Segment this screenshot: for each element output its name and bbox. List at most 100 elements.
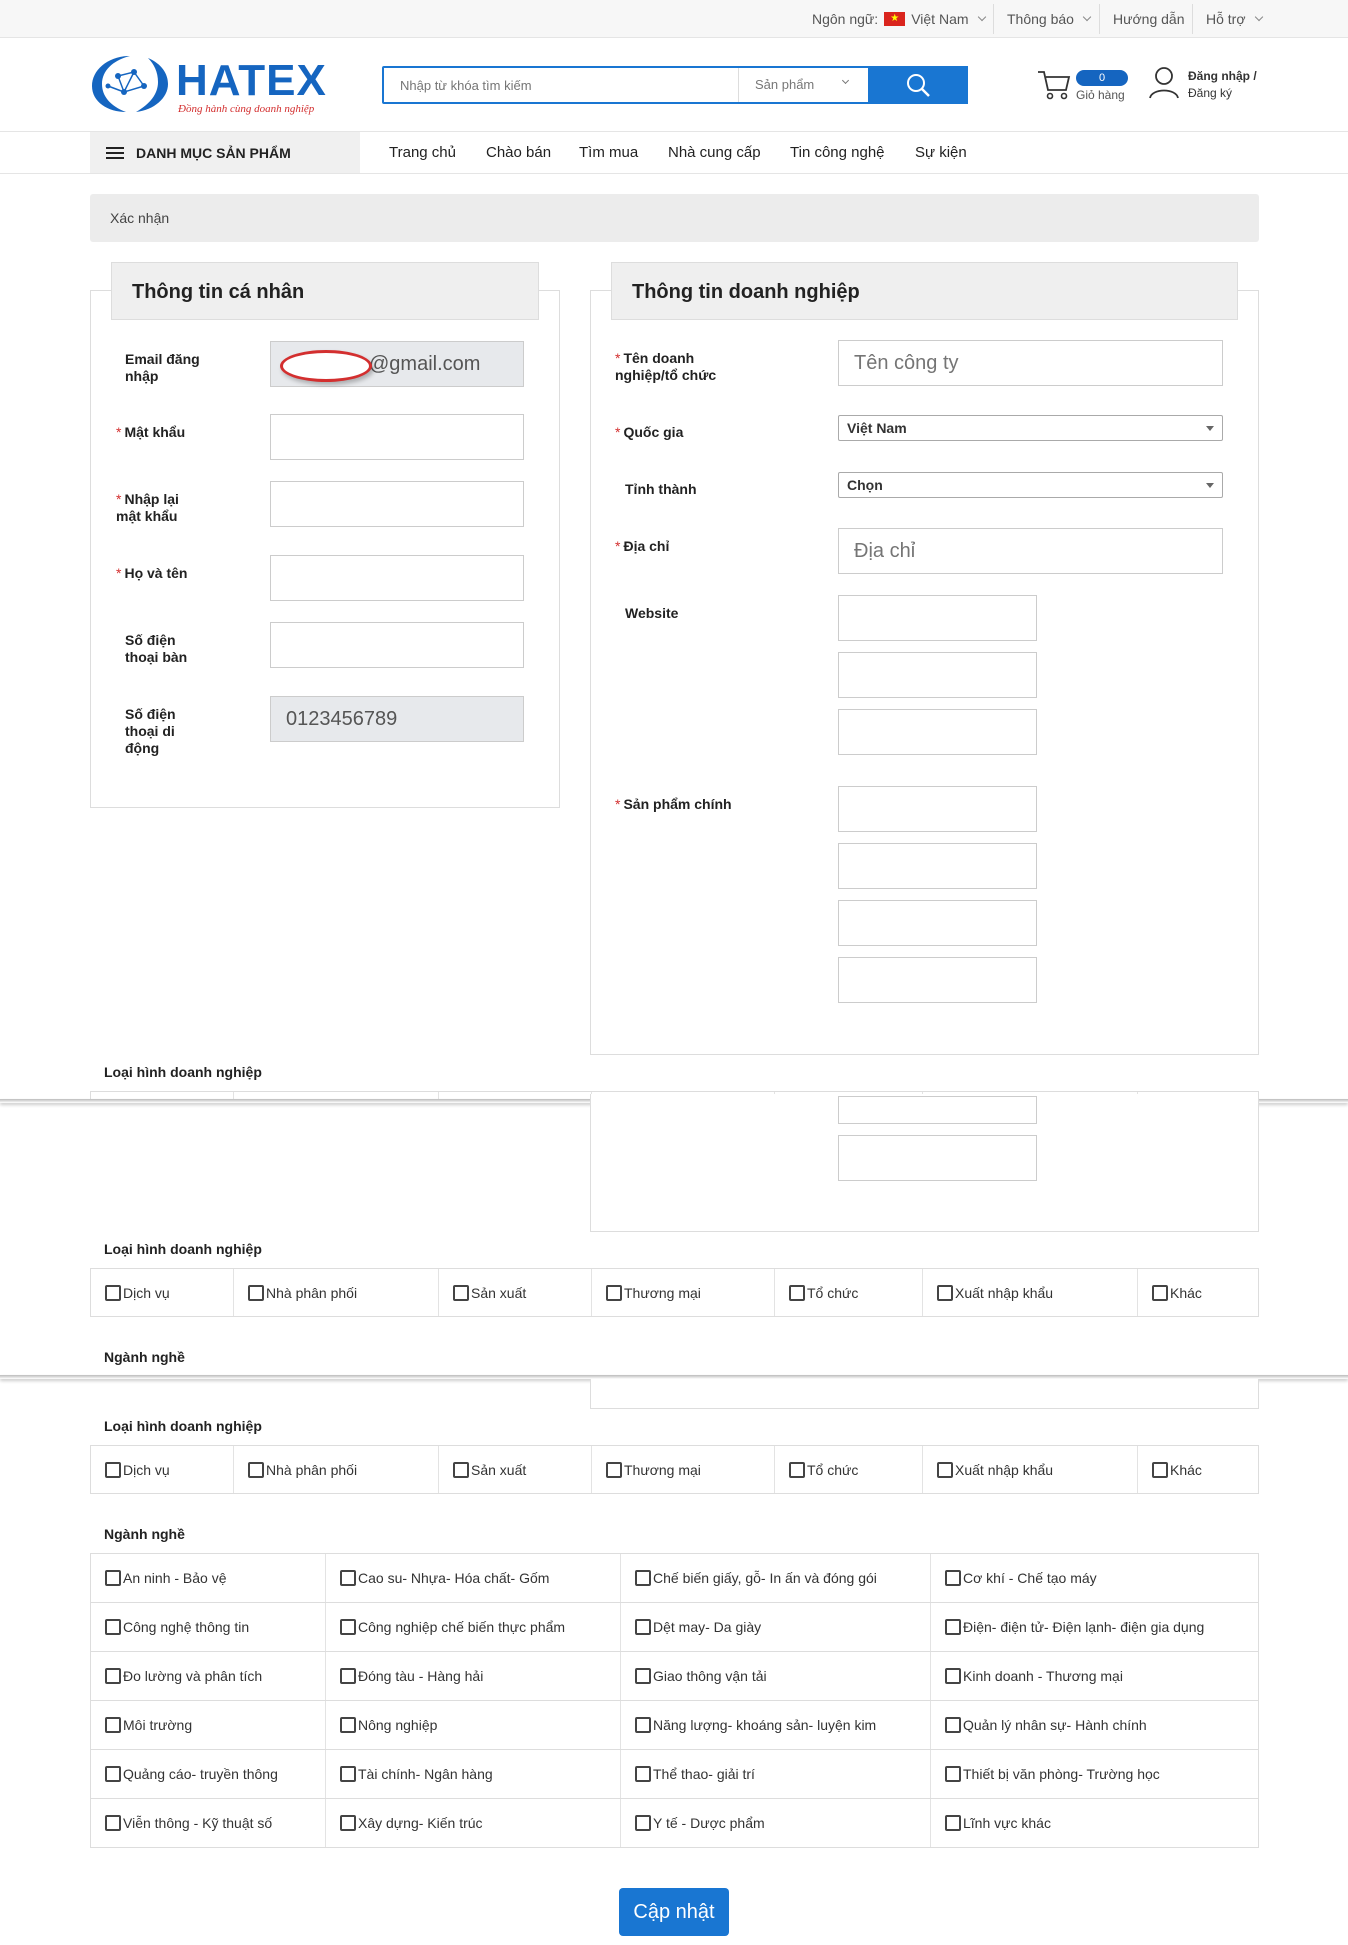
confirm-password-field[interactable]	[270, 481, 524, 527]
checkbox[interactable]	[635, 1766, 651, 1782]
company-name-input[interactable]	[838, 340, 1223, 386]
checkbox[interactable]	[635, 1717, 651, 1733]
nav-item-events[interactable]: Sự kiện	[915, 132, 967, 174]
checkbox[interactable]	[635, 1570, 651, 1586]
industry-option[interactable]: An ninh - Bảo vệ	[91, 1554, 326, 1602]
checkbox[interactable]	[789, 1284, 805, 1301]
checkbox[interactable]	[105, 1668, 121, 1684]
industry-option[interactable]: Tài chính- Ngân hàng	[326, 1750, 621, 1798]
address-input[interactable]	[838, 528, 1223, 574]
main-product-input-2[interactable]	[838, 843, 1037, 889]
checkbox[interactable]	[789, 1461, 805, 1478]
business-type-option[interactable]: Tổ chức	[775, 1269, 923, 1316]
search-input[interactable]	[384, 68, 738, 102]
industry-option[interactable]: Kinh doanh - Thương mại	[931, 1652, 1258, 1700]
website-input-1[interactable]	[838, 595, 1037, 641]
checkbox[interactable]	[340, 1570, 356, 1586]
industry-option[interactable]: Nông nghiệp	[326, 1701, 621, 1749]
industry-option[interactable]: Dệt may- Da giày	[621, 1603, 931, 1651]
main-product-input-1[interactable]	[838, 786, 1037, 832]
website-input-3[interactable]	[838, 709, 1037, 755]
industry-option[interactable]: Thiết bị văn phòng- Trường học	[931, 1750, 1258, 1798]
industry-option[interactable]: Đo lường và phân tích	[91, 1652, 326, 1700]
checkbox[interactable]	[453, 1461, 469, 1478]
search-button[interactable]	[868, 66, 968, 104]
checkbox[interactable]	[105, 1619, 121, 1635]
industry-option[interactable]: Cao su- Nhựa- Hóa chất- Gốm	[326, 1554, 621, 1602]
business-type-option[interactable]: Dịch vụ	[91, 1446, 234, 1493]
checkbox[interactable]	[937, 1461, 953, 1478]
checkbox[interactable]	[945, 1619, 961, 1635]
landline-field[interactable]	[270, 622, 524, 668]
checkbox[interactable]	[105, 1570, 121, 1586]
checkbox[interactable]	[248, 1461, 264, 1478]
industry-option[interactable]: Công nghệ thông tin	[91, 1603, 326, 1651]
checkbox[interactable]	[945, 1717, 961, 1733]
industry-option[interactable]: Đóng tàu - Hàng hải	[326, 1652, 621, 1700]
checkbox[interactable]	[105, 1717, 121, 1733]
logo-text[interactable]: HATEX	[176, 56, 327, 106]
checkbox[interactable]	[105, 1284, 121, 1301]
search-category-select[interactable]: Sản phẩm	[738, 68, 868, 102]
password-field[interactable]	[270, 414, 524, 460]
business-type-option[interactable]: Khác	[1138, 1446, 1258, 1493]
business-type-option[interactable]: Tổ chức	[775, 1446, 923, 1493]
checkbox[interactable]	[937, 1284, 953, 1301]
checkbox[interactable]	[945, 1570, 961, 1586]
business-type-option[interactable]: Khác	[1138, 1269, 1258, 1316]
language-selector[interactable]: Ngôn ngữ: ★ Việt Nam	[812, 0, 986, 38]
register-link[interactable]: Đăng ký	[1188, 85, 1257, 102]
nav-item-suppliers[interactable]: Nhà cung cấp	[668, 132, 761, 174]
nav-item-offers[interactable]: Chào bán	[486, 132, 551, 174]
nav-item-home[interactable]: Trang chủ	[389, 132, 456, 174]
checkbox[interactable]	[945, 1668, 961, 1684]
checkbox[interactable]	[635, 1815, 651, 1831]
checkbox[interactable]	[606, 1461, 622, 1478]
notifications-menu[interactable]: Thông báo	[1007, 0, 1092, 38]
province-select[interactable]: Chọn	[838, 472, 1223, 498]
industry-option[interactable]: Chế biến giấy, gỗ- In ấn và đóng gói	[621, 1554, 931, 1602]
industry-option[interactable]: Lĩnh vực khác	[931, 1799, 1258, 1847]
industry-option[interactable]: Quản lý nhân sự- Hành chính	[931, 1701, 1258, 1749]
cart-count-badge[interactable]: 0	[1076, 70, 1128, 86]
checkbox[interactable]	[945, 1815, 961, 1831]
nav-item-buy-requests[interactable]: Tìm mua	[579, 132, 638, 174]
industry-option[interactable]: Giao thông vận tải	[621, 1652, 931, 1700]
industry-option[interactable]: Xây dựng- Kiến trúc	[326, 1799, 621, 1847]
checkbox[interactable]	[340, 1717, 356, 1733]
checkbox[interactable]	[105, 1461, 121, 1478]
main-product-input-3[interactable]	[838, 900, 1037, 946]
industry-option[interactable]: Thể thao- giải trí	[621, 1750, 931, 1798]
main-product-input-5[interactable]	[838, 1135, 1037, 1181]
checkbox[interactable]	[453, 1284, 469, 1301]
industry-option[interactable]: Y tế - Dược phẩm	[621, 1799, 931, 1847]
industry-option[interactable]: Viễn thông - Kỹ thuật số	[91, 1799, 326, 1847]
industry-option[interactable]: Quảng cáo- truyền thông	[91, 1750, 326, 1798]
industry-option[interactable]: Môi trường	[91, 1701, 326, 1749]
checkbox[interactable]	[606, 1284, 622, 1301]
checkbox[interactable]	[945, 1766, 961, 1782]
business-type-option[interactable]: Thương mại	[592, 1269, 775, 1316]
checkbox[interactable]	[105, 1815, 121, 1831]
full-name-field[interactable]	[270, 555, 524, 601]
cart-label[interactable]: Giỏ hàng	[1076, 88, 1125, 102]
industry-option[interactable]: Năng lượng- khoáng sản- luyện kim	[621, 1701, 931, 1749]
industry-option[interactable]: Công nghiệp chế biến thực phẩm	[326, 1603, 621, 1651]
business-type-option[interactable]: Sản xuất	[439, 1446, 592, 1493]
checkbox[interactable]	[340, 1619, 356, 1635]
checkbox[interactable]	[248, 1284, 264, 1301]
checkbox[interactable]	[1152, 1461, 1168, 1478]
logo-globe-icon[interactable]	[88, 52, 172, 116]
guide-link[interactable]: Hướng dẫn	[1113, 0, 1184, 38]
update-button[interactable]: Cập nhật	[619, 1888, 729, 1936]
main-product-input-cut[interactable]	[838, 1096, 1037, 1124]
checkbox[interactable]	[1152, 1284, 1168, 1301]
business-type-option[interactable]: Dịch vụ	[91, 1269, 234, 1316]
website-input-2[interactable]	[838, 652, 1037, 698]
industry-option[interactable]: Cơ khí - Chế tạo máy	[931, 1554, 1258, 1602]
main-product-input-4[interactable]	[838, 957, 1037, 1003]
industry-option[interactable]: Điện- điện tử- Điện lạnh- điện gia dụng	[931, 1603, 1258, 1651]
category-menu-button[interactable]: DANH MỤC SẢN PHẨM	[90, 132, 360, 173]
checkbox[interactable]	[340, 1766, 356, 1782]
business-type-option[interactable]: Thương mại	[592, 1446, 775, 1493]
